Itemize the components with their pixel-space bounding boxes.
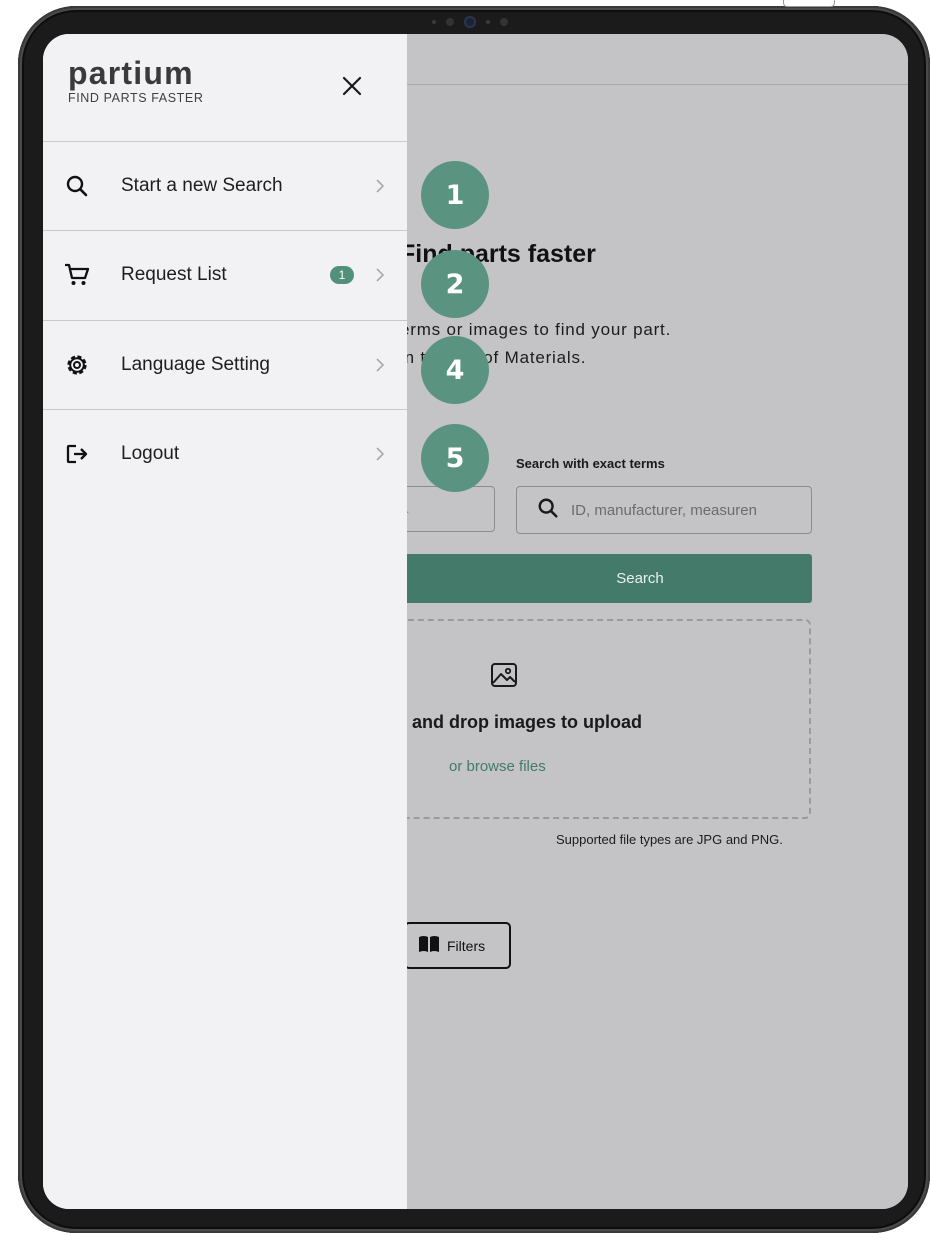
menu-item-label: Logout: [121, 443, 180, 464]
exact-search-placeholder: ID, manufacturer, measuren: [571, 501, 757, 519]
sensor-dot: [446, 18, 454, 26]
logout-icon: [63, 440, 91, 468]
page-subtitle-line1: erms or images to find your part.: [400, 320, 672, 339]
brand-tagline: FIND PARTS FASTER: [68, 91, 204, 105]
side-drawer: partium FIND PARTS FASTER Start a new Se…: [43, 34, 407, 1209]
sensor-dot: [486, 20, 490, 24]
filters-button-label: Filters: [447, 937, 486, 954]
search-icon: [63, 172, 91, 200]
camera-cluster: [432, 16, 508, 28]
drop-zone-text: and drop images to upload: [412, 712, 643, 732]
search-button-label: Search: [616, 570, 664, 587]
menu-item-label: Request List: [121, 264, 227, 285]
search-icon: [537, 497, 559, 524]
chevron-right-icon: [374, 446, 386, 462]
close-icon[interactable]: [340, 74, 364, 98]
menu-item-label: Start a new Search: [121, 175, 283, 196]
callout-badge: 5: [421, 424, 489, 492]
menu-item-request-list[interactable]: Request List 1: [43, 231, 407, 319]
book-icon: [418, 935, 440, 956]
sensor-dot: [500, 18, 508, 26]
filters-button[interactable]: Filters: [404, 922, 511, 969]
sensor-dot: [432, 20, 436, 24]
cart-icon: [63, 261, 91, 289]
request-count-badge: 1: [330, 266, 354, 284]
menu-item-language-setting[interactable]: Language Setting: [43, 321, 407, 409]
chevron-right-icon: [374, 267, 386, 283]
callout-badge: 2: [421, 250, 489, 318]
exact-search-input[interactable]: ID, manufacturer, measuren: [516, 486, 812, 534]
chevron-right-icon: [374, 178, 386, 194]
brand-name: partium: [68, 55, 194, 91]
chevron-right-icon: [374, 357, 386, 373]
exact-terms-label: Search with exact terms: [516, 456, 665, 471]
menu-item-logout[interactable]: Logout: [43, 410, 407, 498]
callout-badge: 1: [421, 161, 489, 229]
camera-lens: [464, 16, 476, 28]
search-button[interactable]: Search: [388, 554, 812, 603]
menu-item-label: Language Setting: [121, 354, 270, 375]
file-types-note: Supported file types are JPG and PNG.: [556, 832, 783, 847]
callout-badge: 4: [421, 336, 489, 404]
image-icon: [490, 662, 518, 693]
browse-files-link[interactable]: or browse files: [449, 758, 546, 775]
gear-icon: [63, 351, 91, 379]
menu-item-new-search[interactable]: Start a new Search: [43, 142, 407, 230]
brand-logo: partium FIND PARTS FASTER: [68, 57, 203, 105]
device-button: [783, 0, 835, 7]
screen: Find parts faster erms or images to find…: [43, 34, 908, 1209]
